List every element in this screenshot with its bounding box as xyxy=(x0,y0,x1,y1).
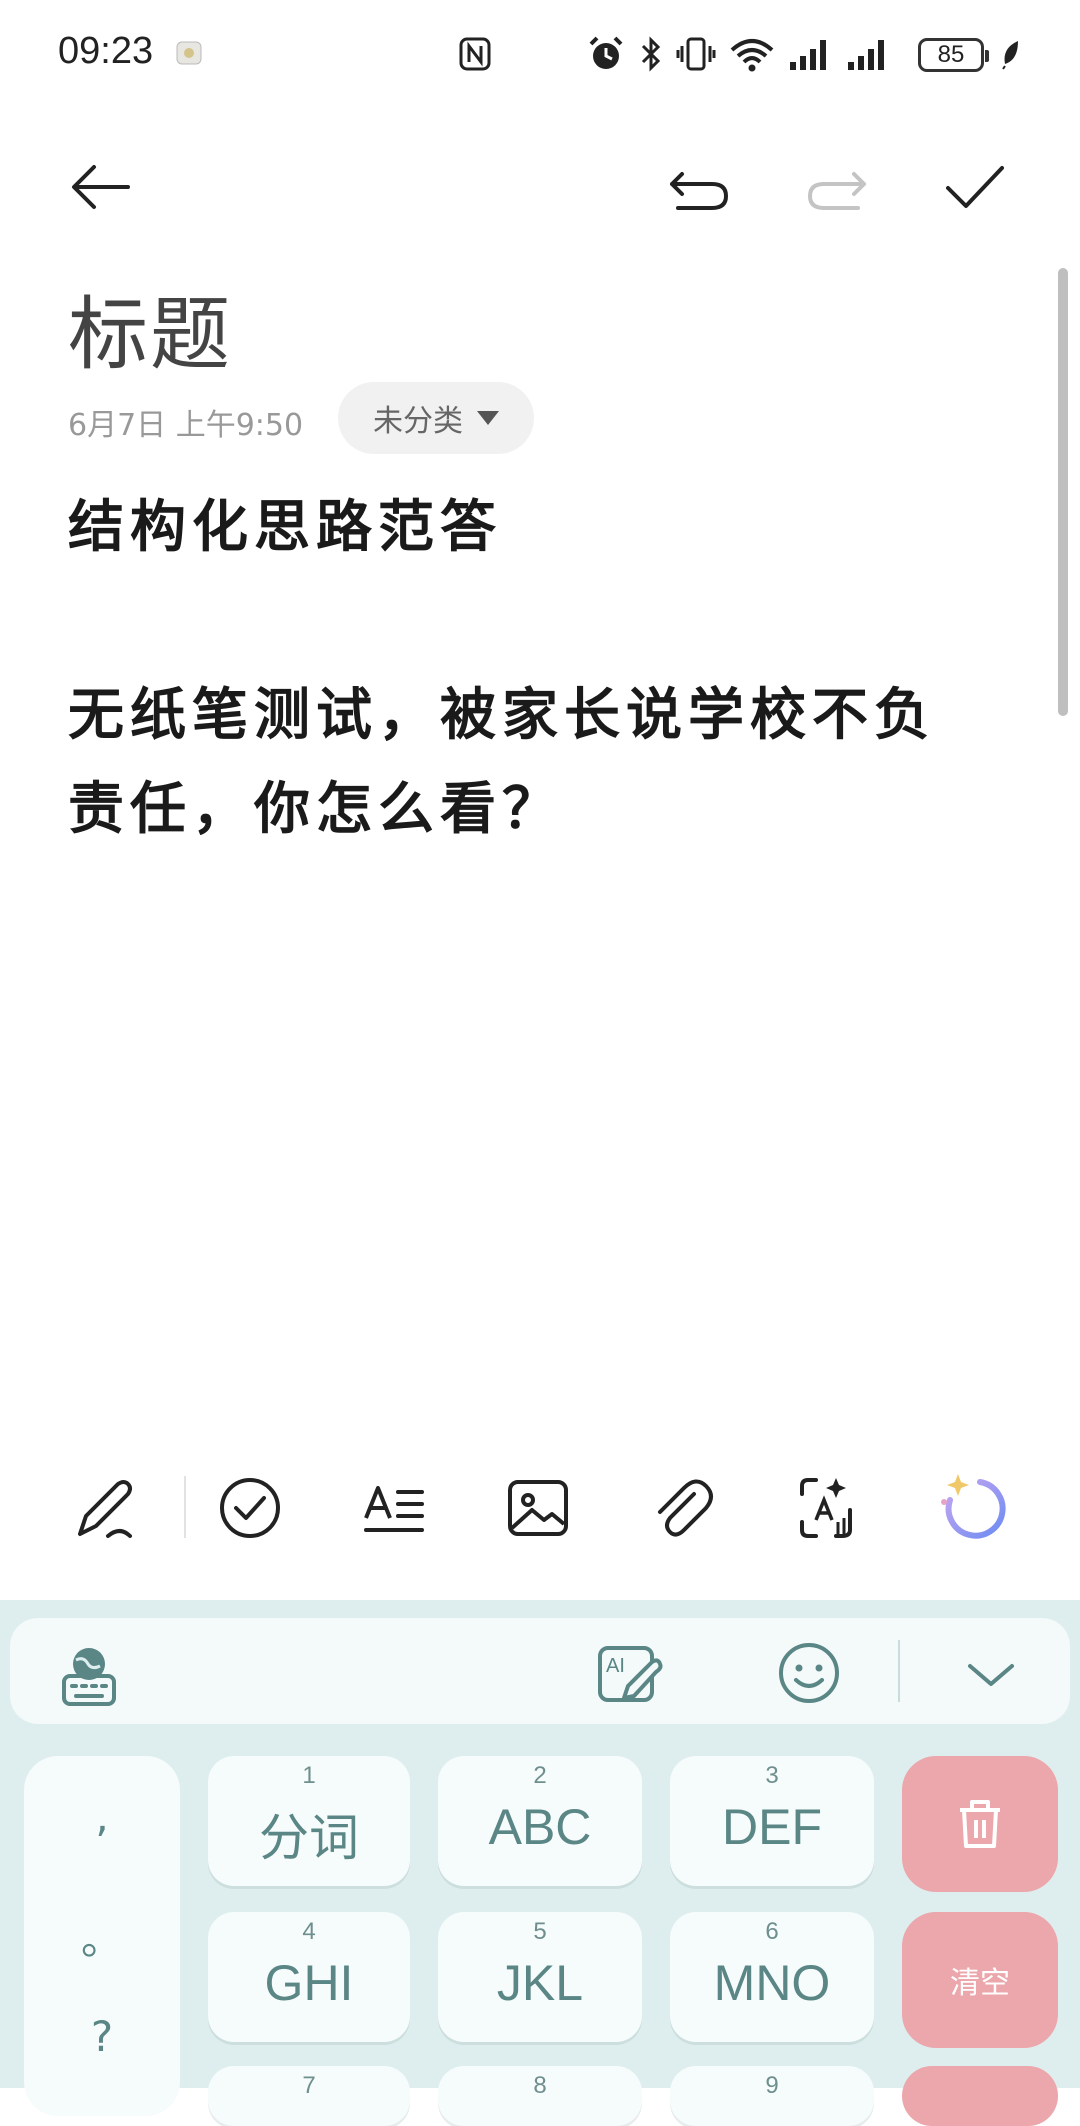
key-label: 分词 xyxy=(259,1810,359,1866)
check-icon[interactable] xyxy=(940,152,1010,222)
category-label: 未分类 xyxy=(373,404,463,439)
key-5[interactable]: 5 JKL xyxy=(438,1912,642,2042)
nfc-icon xyxy=(459,37,491,71)
emoji-icon[interactable] xyxy=(774,1638,844,1708)
punct-key-question[interactable]: ? xyxy=(24,2012,180,2061)
key-number: 6 xyxy=(765,1918,779,1945)
alarm-icon xyxy=(589,36,623,69)
signal-icon xyxy=(790,40,826,70)
notification-icon xyxy=(176,41,202,65)
key-1[interactable]: 1 分词 xyxy=(208,1756,410,1886)
key-number: 2 xyxy=(533,1762,547,1789)
key-2[interactable]: 2 ABC xyxy=(438,1756,642,1886)
category-dropdown[interactable]: 未分类 xyxy=(338,382,534,454)
clear-key-label: 清空 xyxy=(950,1966,1010,2001)
key-number: 9 xyxy=(765,2072,779,2099)
ai-assistant-icon[interactable] xyxy=(936,1470,1012,1546)
note-body[interactable]: 结构化思路范答 无纸笔测试，被家长说学校不负 责任，你怎么看？ xyxy=(68,480,1028,856)
key-label: JKL xyxy=(496,1955,584,2011)
signal-icon xyxy=(848,40,884,70)
key-label: ABC xyxy=(488,1799,592,1855)
image-icon[interactable] xyxy=(500,1470,576,1546)
keyboard-key[interactable] xyxy=(902,2066,1058,2126)
battery-indicator: 85 xyxy=(918,38,989,72)
clear-key[interactable]: 清空 xyxy=(902,1912,1058,2048)
keyboard-globe-icon[interactable] xyxy=(58,1642,120,1708)
key-label: MNO xyxy=(713,1955,831,2011)
key-label: GHI xyxy=(264,1955,354,2011)
ai-write-icon[interactable]: AI xyxy=(594,1640,664,1710)
bluetooth-icon xyxy=(641,36,661,72)
vibrate-icon xyxy=(676,37,716,71)
key-number: 5 xyxy=(533,1918,547,1945)
key-6[interactable]: 6 MNO xyxy=(670,1912,874,2042)
note-title[interactable]: 标题 xyxy=(68,270,232,386)
punctuation-column[interactable]: , 。 ? xyxy=(24,1756,180,2116)
status-icons xyxy=(586,32,892,76)
note-line: 责任，你怎么看？ xyxy=(68,776,564,842)
note-date: 6月7日 上午9:50 xyxy=(68,408,304,443)
collapse-keyboard-icon[interactable] xyxy=(956,1650,1026,1700)
svg-text:AI: AI xyxy=(606,1655,625,1677)
power-saving-icon xyxy=(1002,41,1018,70)
key-4[interactable]: 4 GHI xyxy=(208,1912,410,2042)
key-number: 4 xyxy=(302,1918,316,1945)
key-8[interactable]: 8 xyxy=(438,2066,642,2126)
checklist-icon[interactable] xyxy=(212,1470,288,1546)
key-number: 8 xyxy=(533,2072,547,2099)
back-arrow-icon[interactable] xyxy=(66,152,136,222)
key-number: 3 xyxy=(765,1762,779,1789)
trash-icon xyxy=(960,1800,1000,1848)
key-3[interactable]: 3 DEF xyxy=(670,1756,874,1886)
toolbar-separator xyxy=(898,1640,900,1702)
key-number: 1 xyxy=(302,1762,316,1789)
key-9[interactable]: 9 xyxy=(670,2066,874,2126)
dropdown-arrow-icon xyxy=(477,411,499,425)
undo-icon[interactable] xyxy=(664,152,734,222)
scan-text-icon[interactable] xyxy=(788,1470,864,1546)
delete-key[interactable] xyxy=(902,1756,1058,1892)
keyboard-toolbar xyxy=(10,1618,1070,1724)
key-label: DEF xyxy=(722,1799,822,1855)
punct-key-period[interactable]: 。 xyxy=(24,1906,180,1967)
attachment-icon[interactable] xyxy=(644,1470,720,1546)
redo-icon[interactable] xyxy=(802,152,872,222)
scrollbar[interactable] xyxy=(1058,268,1068,716)
toolbar-divider xyxy=(184,1476,186,1538)
key-7[interactable]: 7 xyxy=(208,2066,410,2126)
note-line: 无纸笔测试，被家长说学校不负 xyxy=(68,682,936,748)
text-format-icon[interactable] xyxy=(356,1470,432,1546)
status-time: 09:23 xyxy=(58,30,154,72)
wifi-icon xyxy=(730,39,774,72)
note-line: 结构化思路范答 xyxy=(68,494,502,560)
punct-key-comma[interactable]: , xyxy=(24,1792,180,1841)
handwriting-icon[interactable] xyxy=(68,1470,144,1546)
key-number: 7 xyxy=(302,2072,316,2099)
